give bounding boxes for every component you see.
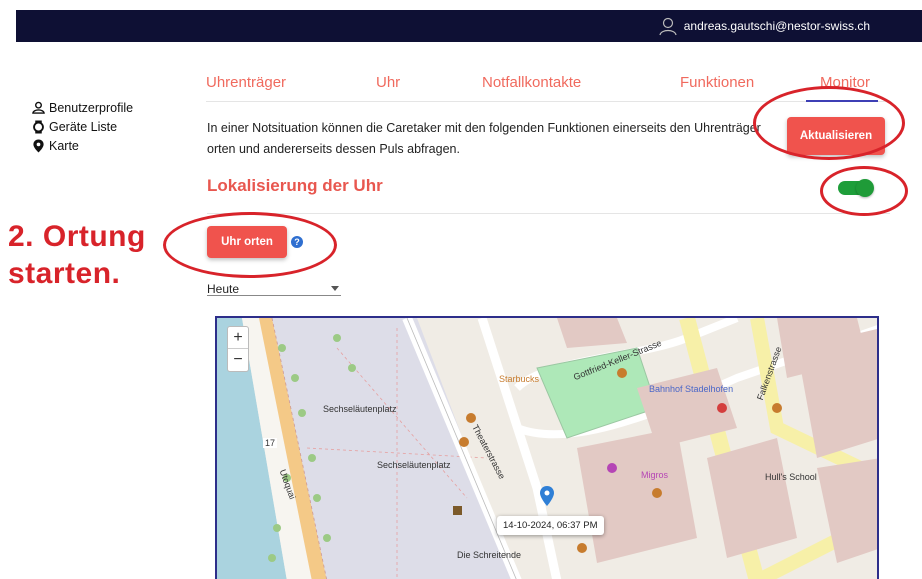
sidebar-item-label: Geräte Liste — [49, 119, 118, 134]
highlight-circle-refresh — [753, 86, 905, 160]
user-menu[interactable]: andreas.gautschi@nestor-swiss.ch — [658, 16, 870, 36]
user-email: andreas.gautschi@nestor-swiss.ch — [683, 19, 870, 33]
watch-icon — [33, 120, 44, 133]
map-label-school: Hull's School — [765, 472, 817, 482]
highlight-circle-toggle — [820, 166, 908, 216]
map-pin-icon — [33, 139, 44, 152]
sidebar-item-karte[interactable]: Karte — [32, 136, 133, 155]
annotation-line-2: starten. — [8, 257, 121, 290]
date-range-value: Heute — [207, 282, 240, 296]
location-timestamp-popup: 14-10-2024, 06:37 PM — [497, 516, 604, 535]
tab-notfallkontakte[interactable]: Notfallkontakte — [482, 74, 581, 91]
tab-uhrentraeger[interactable]: Uhrenträger — [206, 74, 286, 91]
user-icon — [659, 17, 677, 36]
zoom-in-button[interactable]: + — [228, 327, 248, 349]
map-label-statue: Die Schreitende — [457, 550, 522, 560]
map-label-17: 17 — [263, 438, 278, 448]
location-marker-icon[interactable] — [540, 486, 554, 506]
map-label-sechselaeutenplatz-1: Sechseläutenplatz — [323, 404, 397, 414]
sidebar: Benutzerprofile Geräte Liste Karte — [32, 98, 133, 155]
sidebar-item-label: Karte — [49, 138, 79, 153]
annotation-line-1: 2. Ortung — [8, 220, 146, 253]
chevron-down-icon — [331, 286, 339, 291]
tab-funktionen[interactable]: Funktionen — [680, 74, 754, 91]
location-map[interactable]: + − Sechseläutenplatz Sechseläutenplatz … — [215, 316, 879, 579]
map-label-starbucks: Starbucks — [499, 374, 540, 384]
map-label-station: Bahnhof Stadelhofen — [649, 384, 734, 394]
map-zoom-controls: + − — [227, 326, 249, 372]
function-description: In einer Notsituation können die Caretak… — [207, 121, 761, 156]
section-divider — [207, 213, 890, 214]
highlight-circle-locate — [163, 212, 337, 278]
sidebar-item-benutzerprofile[interactable]: Benutzerprofile — [32, 98, 133, 117]
top-navbar: andreas.gautschi@nestor-swiss.ch — [16, 10, 922, 42]
sidebar-item-geraete-liste[interactable]: Geräte Liste — [32, 117, 133, 136]
date-range-select[interactable]: Heute — [207, 282, 341, 296]
sidebar-item-label: Benutzerprofile — [49, 100, 134, 115]
map-label-migros: Migros — [641, 470, 669, 480]
instruction-annotation: 2. Ortung starten. — [8, 218, 146, 292]
section-title: Lokalisierung der Uhr — [207, 176, 383, 195]
tab-uhr[interactable]: Uhr — [376, 74, 400, 91]
map-label-sechselaeutenplatz-2: Sechseläutenplatz — [377, 460, 451, 470]
zoom-out-button[interactable]: − — [228, 349, 248, 371]
user-icon — [32, 101, 45, 114]
